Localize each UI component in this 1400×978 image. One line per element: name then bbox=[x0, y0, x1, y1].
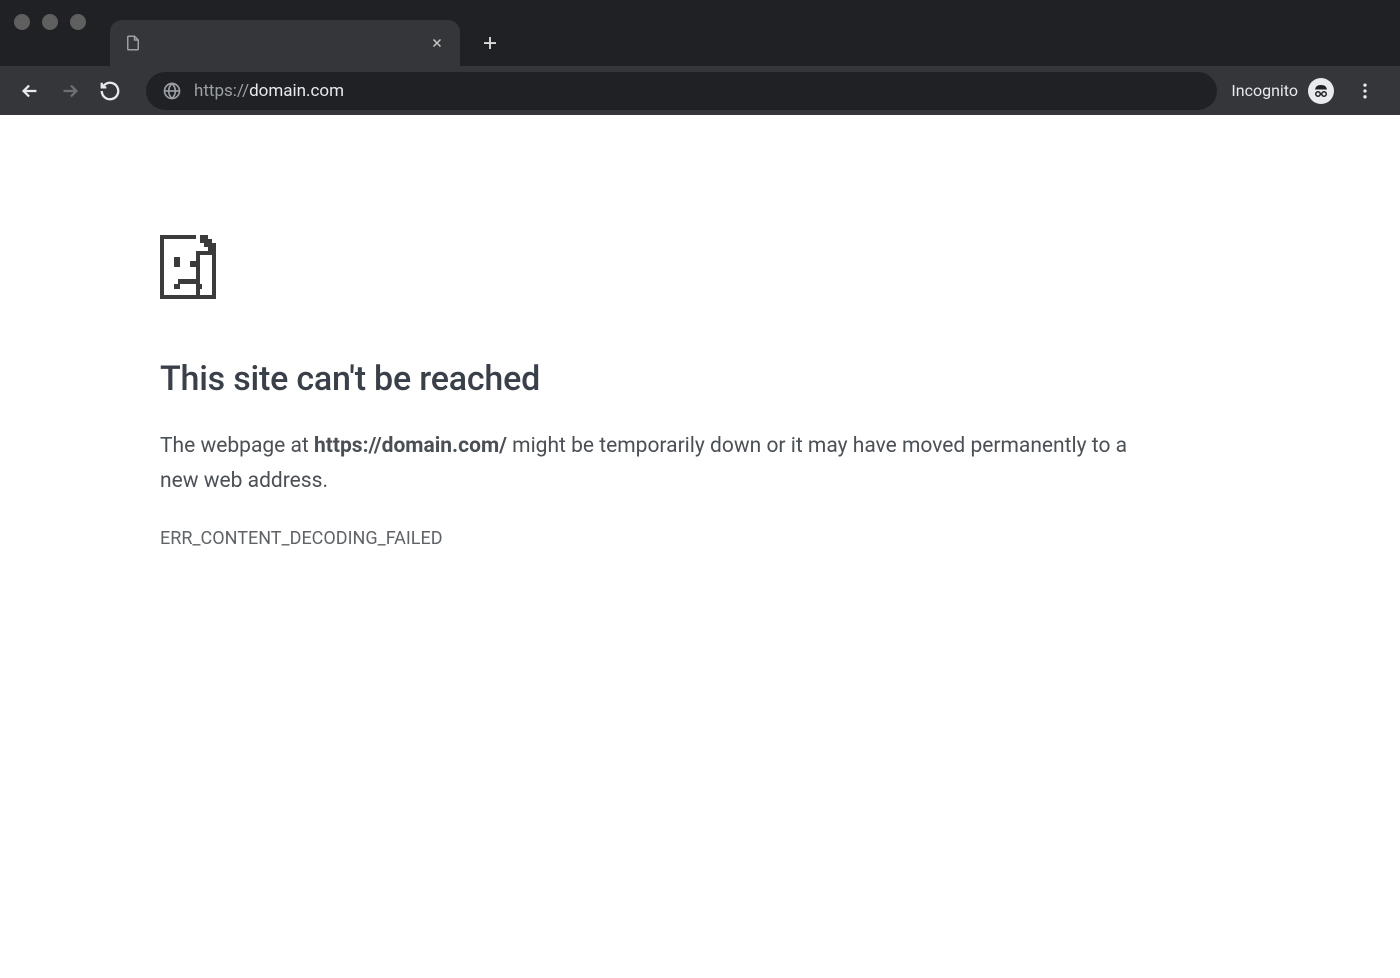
window-maximize-button[interactable] bbox=[70, 14, 86, 30]
nav-back-button[interactable] bbox=[12, 73, 48, 109]
page-content: This site can't be reached The webpage a… bbox=[0, 115, 1400, 978]
error-body-url: https://domain.com/ bbox=[314, 434, 507, 458]
error-page-icon bbox=[160, 235, 1240, 303]
address-bar[interactable]: https://domain.com bbox=[146, 72, 1217, 110]
nav-forward-button[interactable] bbox=[52, 73, 88, 109]
tab-list bbox=[110, 0, 1400, 66]
url-host: domain.com bbox=[249, 81, 344, 101]
page-favicon-icon bbox=[124, 34, 142, 52]
incognito-icon bbox=[1308, 78, 1334, 104]
site-info-icon[interactable] bbox=[162, 81, 182, 101]
window-close-button[interactable] bbox=[14, 14, 30, 30]
incognito-label: Incognito bbox=[1231, 81, 1298, 100]
error-description: The webpage at https://domain.com/ might… bbox=[160, 429, 1160, 498]
window-controls bbox=[14, 0, 86, 66]
new-tab-button[interactable] bbox=[470, 23, 510, 63]
browser-menu-button[interactable] bbox=[1348, 74, 1382, 108]
window-minimize-button[interactable] bbox=[42, 14, 58, 30]
nav-reload-button[interactable] bbox=[92, 73, 128, 109]
browser-tabstrip bbox=[0, 0, 1400, 66]
tab-close-button[interactable] bbox=[428, 34, 446, 52]
address-url: https://domain.com bbox=[194, 81, 344, 101]
browser-tab[interactable] bbox=[110, 20, 460, 66]
error-body-prefix: The webpage at bbox=[160, 434, 314, 458]
error-title: This site can't be reached bbox=[160, 359, 1240, 399]
incognito-indicator[interactable]: Incognito bbox=[1231, 78, 1334, 104]
url-protocol: https:// bbox=[194, 81, 249, 101]
error-code: ERR_CONTENT_DECODING_FAILED bbox=[160, 528, 1240, 549]
browser-toolbar: https://domain.com Incognito bbox=[0, 66, 1400, 115]
toolbar-right-controls: Incognito bbox=[1231, 74, 1388, 108]
address-bar-container: https://domain.com bbox=[146, 72, 1217, 110]
